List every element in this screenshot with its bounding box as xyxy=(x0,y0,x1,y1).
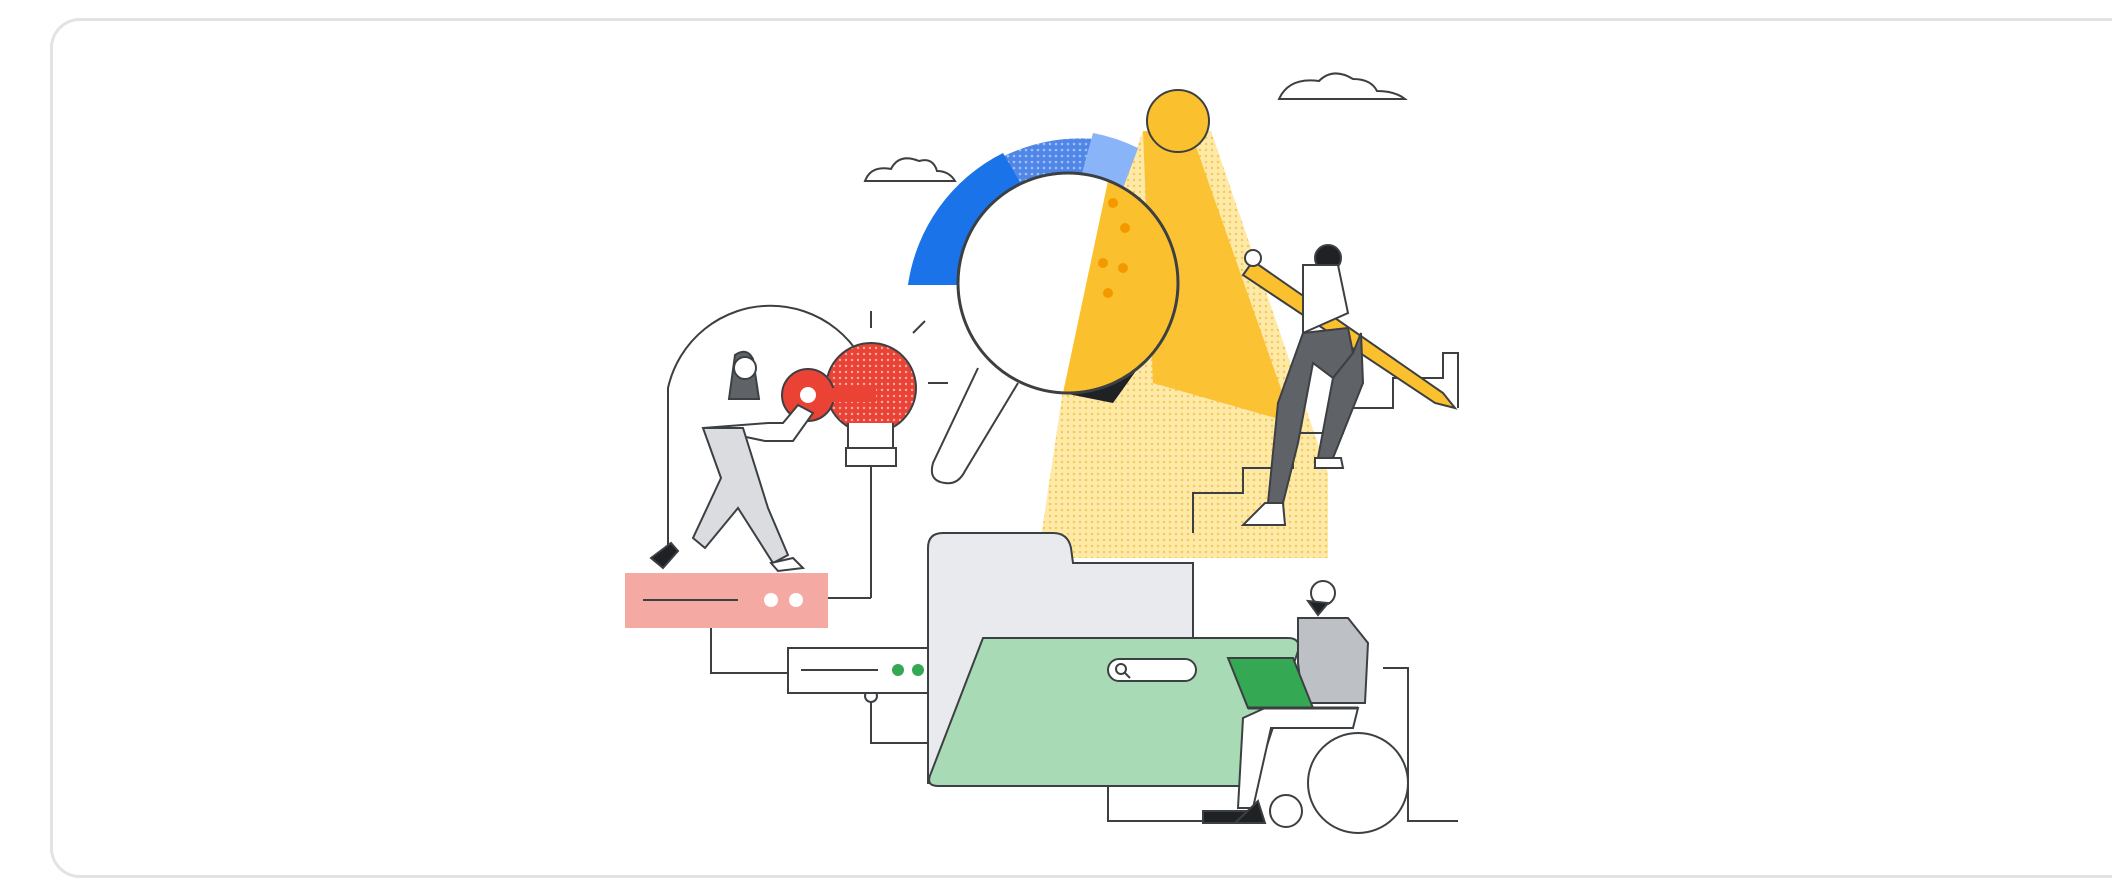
hero-illustration xyxy=(625,72,1459,834)
cloud-icon xyxy=(863,157,957,182)
illustration-card xyxy=(50,18,2112,878)
cloud-icon xyxy=(1277,72,1408,100)
floor-line xyxy=(1107,786,1203,822)
page xyxy=(0,0,2112,887)
server-panel-pink xyxy=(625,573,828,628)
server-panel-white xyxy=(787,647,939,694)
